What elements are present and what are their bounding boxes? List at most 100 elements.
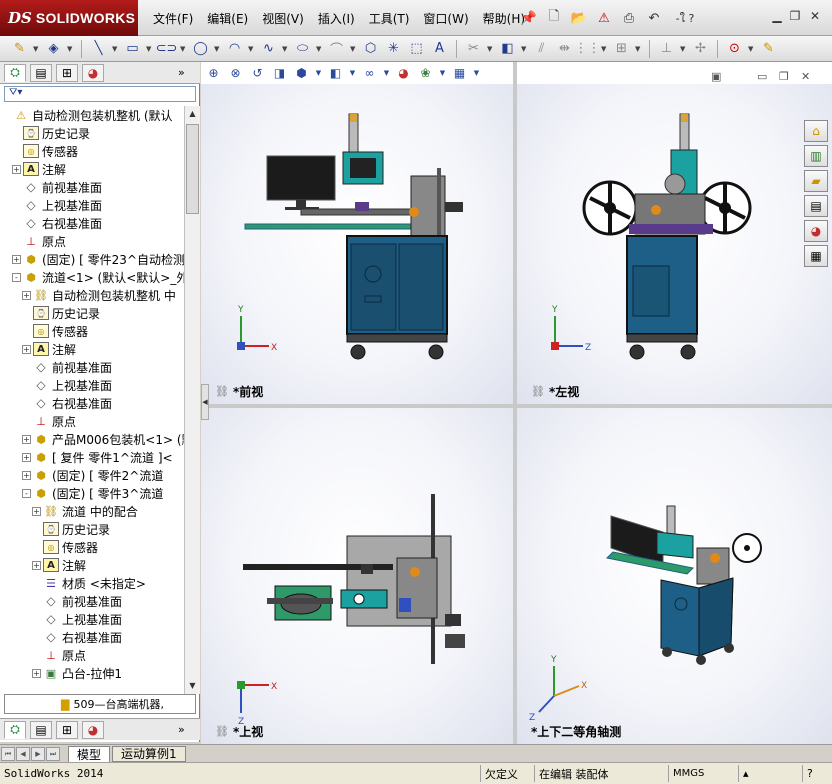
viewport-isometric[interactable]: Y X Z *上下二等角轴测 (517, 408, 832, 744)
expand-toggle-icon[interactable]: + (32, 506, 41, 516)
tree-row[interactable]: + ▣ 凸台-拉伸1 (0, 664, 184, 682)
viewport-restore-icon[interactable]: ❐ (779, 70, 789, 83)
viewport-menu-icon[interactable]: ▣ (711, 70, 721, 83)
zoom-to-fit-icon[interactable]: ⊕ (205, 66, 222, 80)
tree-row[interactable]: ⌚ 历史记录 (0, 304, 184, 322)
chevron-down-icon[interactable]: ▼ (316, 45, 323, 53)
section-view-icon[interactable]: ◨ (271, 66, 288, 80)
warning-icon[interactable]: ⚠ (593, 8, 615, 28)
design-library-icon[interactable]: ▥ (804, 145, 828, 167)
tree-row[interactable]: + ⬢ (固定) [ 零件2^流道 (0, 466, 184, 484)
tree-row[interactable]: ⊥ 原点 (0, 232, 184, 250)
sketch-icon[interactable]: ✎ (10, 39, 29, 59)
scroll-up-icon[interactable]: ▲ (185, 106, 200, 122)
rectangle-icon[interactable]: ▭ (123, 39, 142, 59)
next-tab-icon[interactable]: ▶ (31, 746, 45, 761)
view-settings-icon[interactable]: ▦ (451, 66, 468, 80)
link-views-icon[interactable]: ⛓ (215, 725, 229, 738)
viewport-top[interactable]: X Z ⛓ *上视 (201, 408, 513, 744)
menu-insert[interactable]: 插入(I) (311, 8, 362, 28)
trim-icon[interactable]: ✂ (464, 39, 483, 59)
circle-icon[interactable]: ◯ (191, 39, 210, 59)
tree-row[interactable]: + A 注解 (0, 556, 184, 574)
property-manager-tab-icon[interactable]: ▤ (30, 63, 52, 82)
tree-row[interactable]: ◇ 右视基准面 (0, 628, 184, 646)
hide-show-icon[interactable]: ∞ (361, 66, 378, 80)
menu-window[interactable]: 窗口(W) (416, 8, 475, 28)
text-icon[interactable]: A (430, 39, 449, 59)
custom-properties-icon[interactable]: ▦ (804, 245, 828, 267)
expand-toggle-icon[interactable]: - (22, 488, 31, 498)
first-tab-icon[interactable]: ⏮ (1, 746, 15, 761)
status-rebuild-icon[interactable]: ▴ (738, 765, 753, 782)
chevron-down-icon[interactable]: ▼ (248, 45, 255, 53)
viewport-minimize-icon[interactable]: ▭ (757, 70, 767, 83)
menu-view[interactable]: 视图(V) (255, 8, 311, 28)
tree-row[interactable]: ☰ 材质 <未指定> (0, 574, 184, 592)
ellipse-icon[interactable]: ⬭ (293, 39, 312, 59)
chevron-down-icon[interactable]: ▼ (748, 45, 755, 53)
tree-row[interactable]: ◇ 前视基准面 (0, 592, 184, 610)
chevron-down-icon[interactable]: ▼ (601, 45, 608, 53)
tree-row[interactable]: ⊥ 原点 (0, 646, 184, 664)
spline-icon[interactable]: ∿ (259, 39, 278, 59)
chevron-down-icon[interactable]: ▼ (67, 45, 74, 53)
tree-row[interactable]: + ⛓ 自动检测包装机整机 中 (0, 286, 184, 304)
view-orientation-icon[interactable]: ⬢ (293, 66, 310, 80)
tab-model[interactable]: 模型 (68, 745, 111, 762)
solidworks-resources-icon[interactable]: ⌂ (804, 120, 828, 142)
minimize-icon[interactable]: ▁ (768, 8, 786, 24)
tree-row[interactable]: ◇ 前视基准面 (0, 358, 184, 376)
menu-edit[interactable]: 编辑(E) (200, 8, 255, 28)
chevron-down-icon[interactable]: ▼ (315, 69, 322, 77)
graphics-area[interactable]: ⊕ ⊗ ↺ ◨ ⬢ ▼ ◧ ▼ ∞ ▼ ◕ ❀ ▼ ▦ ▼ ▣ ▭ ❐ ✕ Y … (201, 62, 832, 744)
feature-manager-tab-icon[interactable]: ⛭ (4, 63, 26, 82)
viewport-left[interactable]: Y Z ⛓ *左视 (517, 84, 832, 404)
chevron-down-icon[interactable]: ▼ (146, 45, 153, 53)
viewport-splitter-vertical[interactable] (513, 62, 517, 744)
help-search[interactable]: -ใ ? (668, 8, 702, 28)
display-style-icon[interactable]: ◧ (327, 66, 344, 80)
link-views-icon[interactable]: ⛓ (531, 385, 545, 398)
scroll-thumb[interactable] (186, 124, 199, 214)
tree-row[interactable]: ◎ 传感器 (0, 538, 184, 556)
chevron-down-icon[interactable]: ▼ (487, 45, 494, 53)
instant2d-icon[interactable]: ⊙ (725, 39, 744, 59)
expand-toggle-icon[interactable]: + (12, 164, 21, 174)
slot-icon[interactable]: ⊂⊃ (156, 39, 178, 59)
appearance-tab-icon[interactable]: ◕ (82, 63, 104, 82)
tree-row[interactable]: + ⬢ 产品M006包装机<1> (默 (0, 430, 184, 448)
tree-row[interactable]: ◎ 传感器 (0, 142, 184, 160)
appearances-icon[interactable]: ◕ (804, 220, 828, 242)
polygon-icon[interactable]: ⬡ (361, 39, 380, 59)
chevron-down-icon[interactable]: ▼ (635, 45, 642, 53)
configuration-manager-tab-icon[interactable]: ⊞ (56, 720, 78, 739)
expand-toggle-icon[interactable]: + (22, 470, 31, 480)
tree-row[interactable]: ⌚ 历史记录 (0, 124, 184, 142)
pin-icon[interactable]: 📌 (518, 8, 540, 28)
mirror-icon[interactable]: ⇹ (555, 39, 574, 59)
tree-row[interactable]: + A 注解 (0, 340, 184, 358)
tree-row[interactable]: + ⬢ (固定) [ 零件23^自动检测 (0, 250, 184, 268)
tree-row[interactable]: ◎ 传感器 (0, 322, 184, 340)
tree-row[interactable]: ◇ 右视基准面 (0, 394, 184, 412)
expand-toggle-icon[interactable]: + (22, 290, 31, 300)
expand-toggle-icon[interactable]: + (22, 452, 31, 462)
scroll-down-icon[interactable]: ▼ (185, 678, 200, 694)
point-icon[interactable]: ✳ (384, 39, 403, 59)
repair-icon[interactable]: ✢ (691, 39, 710, 59)
expand-toggle-icon[interactable]: + (22, 434, 31, 444)
chevron-down-icon[interactable]: ▼ (680, 45, 687, 53)
collapse-panel-icon[interactable]: ◀ (201, 384, 209, 420)
tree-filter[interactable]: ⛛▾ (4, 86, 196, 102)
close-icon[interactable]: ✕ (806, 8, 824, 24)
status-help-icon[interactable]: ? (802, 765, 817, 782)
move-icon[interactable]: ⊞ (612, 39, 631, 59)
menu-tools[interactable]: 工具(T) (362, 8, 417, 28)
edit-appearance-icon[interactable]: ◕ (395, 66, 412, 80)
plane-icon[interactable]: ⬚ (407, 39, 426, 59)
expand-panel-icon[interactable]: » (178, 66, 185, 79)
feature-manager-tab-icon[interactable]: ⛭ (4, 720, 26, 739)
configuration-manager-tab-icon[interactable]: ⊞ (56, 63, 78, 82)
relation-icon[interactable]: ⊥ (657, 39, 676, 59)
